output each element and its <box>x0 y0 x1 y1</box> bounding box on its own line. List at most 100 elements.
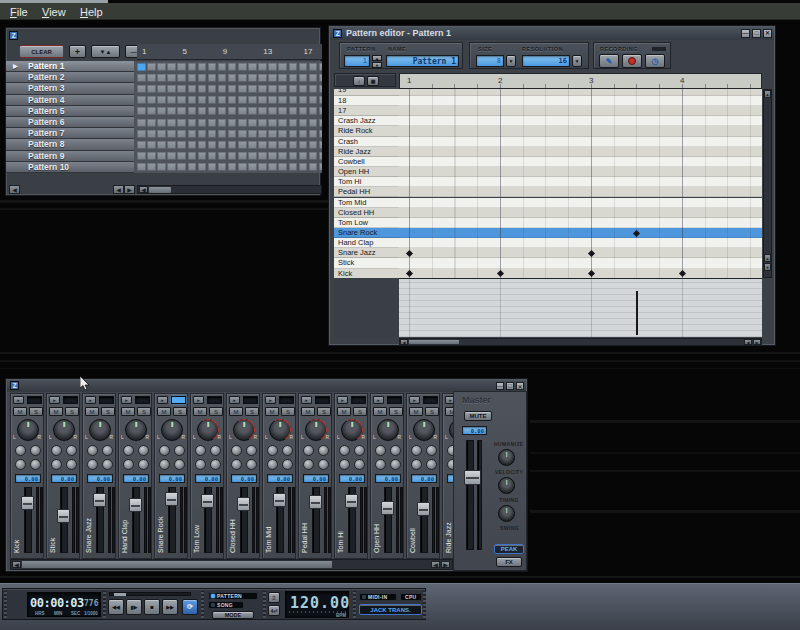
minimize-icon[interactable]: — <box>741 29 750 38</box>
instrument-name[interactable]: Snare Jazz <box>334 248 399 258</box>
scroll-right-icon[interactable]: ▶ <box>441 561 450 568</box>
sequence-cell[interactable] <box>268 85 277 93</box>
scroll-left-icon[interactable]: ◀ <box>744 339 752 345</box>
slider-thumb[interactable] <box>114 593 126 596</box>
fx1-send-knob[interactable] <box>375 445 386 456</box>
sequence-cell[interactable] <box>309 141 318 149</box>
instrument-note-track[interactable] <box>399 157 762 167</box>
fader-handle[interactable] <box>57 509 70 523</box>
fx2-send-knob[interactable] <box>210 445 221 456</box>
mixer-scrollbar[interactable]: ◀ ◀ ▶ <box>10 559 453 570</box>
sequence-cell[interactable] <box>218 130 227 138</box>
size-dropdown-icon[interactable]: ▼ <box>506 55 516 67</box>
sequence-cell[interactable] <box>248 163 257 171</box>
sequence-cell[interactable] <box>309 63 318 71</box>
scroll-right-icon[interactable]: ▶ <box>753 339 761 345</box>
instrument-note-track[interactable] <box>399 187 762 197</box>
fx2-send-knob[interactable] <box>246 445 257 456</box>
sequence-cell[interactable] <box>238 163 247 171</box>
instrument-name[interactable]: Tom Low <box>334 218 399 228</box>
peak-button[interactable]: PEAK <box>494 544 524 554</box>
fx3-send-knob[interactable] <box>267 459 278 470</box>
sequence-cell[interactable] <box>188 163 197 171</box>
sequence-cell[interactable] <box>198 141 207 149</box>
playback-track-slider[interactable] <box>109 592 191 596</box>
menu-view[interactable]: View <box>42 6 66 18</box>
sequence-cell[interactable] <box>258 119 267 127</box>
scroll-right-icon[interactable]: ▶ <box>124 185 135 194</box>
sequence-cell[interactable] <box>289 130 298 138</box>
pan-knob[interactable] <box>233 419 255 441</box>
menu-file[interactable]: File <box>10 6 28 18</box>
sequence-cell[interactable] <box>188 119 197 127</box>
sequence-cell[interactable] <box>228 163 237 171</box>
fx3-send-knob[interactable] <box>195 459 206 470</box>
sequence-cell[interactable] <box>319 152 322 160</box>
fader-handle[interactable] <box>417 502 430 516</box>
sequence-cell[interactable] <box>258 130 267 138</box>
sequence-cell[interactable] <box>198 119 207 127</box>
sequence-cell[interactable] <box>147 119 156 127</box>
pan-knob[interactable] <box>377 419 399 441</box>
sequence-cell[interactable] <box>147 107 156 115</box>
instrument-note-track[interactable] <box>399 167 762 177</box>
sequence-cell[interactable] <box>188 141 197 149</box>
scroll-left-icon[interactable]: ◀ <box>113 185 124 194</box>
fx4-send-knob[interactable] <box>66 459 77 470</box>
master-mute-button[interactable]: MUTE <box>464 411 492 421</box>
instrument-note-track[interactable] <box>399 116 762 126</box>
pattern-name[interactable]: ▶Pattern 1 <box>6 61 134 72</box>
fader-handle[interactable] <box>345 494 358 508</box>
sequence-cell[interactable] <box>137 141 146 149</box>
sequence-cell[interactable] <box>208 74 217 82</box>
fader-handle[interactable] <box>309 495 322 509</box>
sequence-cell[interactable] <box>137 152 146 160</box>
instrument-name[interactable]: Snare Rock <box>334 228 399 238</box>
sequence-cell[interactable] <box>208 107 217 115</box>
scroll-up-icon[interactable]: ▲ <box>764 254 771 262</box>
sequence-cell[interactable] <box>218 163 227 171</box>
sequence-cell[interactable] <box>198 74 207 82</box>
sequence-cell[interactable] <box>218 141 227 149</box>
sequence-cell[interactable] <box>238 141 247 149</box>
pattern-sequence-track[interactable] <box>134 162 322 173</box>
fx2-send-knob[interactable] <box>66 445 77 456</box>
pattern-sequence-track[interactable] <box>134 117 322 128</box>
loop-button[interactable]: ⟳ <box>182 599 198 615</box>
solo-button[interactable]: S <box>425 407 439 416</box>
sequence-cell[interactable] <box>137 107 146 115</box>
pattern-name[interactable]: Pattern 5 <box>6 106 134 117</box>
mute-button[interactable]: M <box>121 407 135 416</box>
mute-button[interactable]: M <box>337 407 351 416</box>
sequence-cell[interactable] <box>248 119 257 127</box>
fader-handle[interactable] <box>129 498 142 512</box>
sequence-cell[interactable] <box>319 130 322 138</box>
scroll-left-icon[interactable]: ◀ <box>9 185 20 194</box>
fx4-send-knob[interactable] <box>210 459 221 470</box>
sequence-cell[interactable] <box>167 152 176 160</box>
clear-pattern-sequence-button[interactable]: CLEAR <box>19 45 64 58</box>
stop-button[interactable]: ■ <box>144 599 160 615</box>
pattern-sequence-track[interactable] <box>134 139 322 150</box>
instrument-note-track[interactable] <box>399 269 762 278</box>
sequence-cell[interactable] <box>177 96 186 104</box>
horizontal-scrollbar[interactable]: ◀ ◀ ▶ <box>399 338 762 346</box>
trigger-button[interactable]: ▸ <box>373 396 384 404</box>
trigger-button[interactable]: ▸ <box>85 396 96 404</box>
humanize-velocity-knob[interactable] <box>498 449 515 466</box>
sequence-cell[interactable] <box>299 63 308 71</box>
fx3-send-knob[interactable] <box>231 459 242 470</box>
sequence-cell[interactable] <box>228 85 237 93</box>
sequence-cell[interactable] <box>258 141 267 149</box>
pan-knob[interactable] <box>305 419 327 441</box>
sequence-cell[interactable] <box>177 163 186 171</box>
fader-handle[interactable] <box>273 493 286 507</box>
instrument-note-track[interactable] <box>399 96 762 106</box>
scrollbar-thumb[interactable] <box>149 187 171 193</box>
sequence-cell[interactable] <box>228 119 237 127</box>
trigger-button[interactable]: ▸ <box>121 396 132 404</box>
trigger-button[interactable]: ▸ <box>193 396 204 404</box>
fx3-send-knob[interactable] <box>411 459 422 470</box>
sequence-cell[interactable] <box>268 107 277 115</box>
instrument-note-track[interactable] <box>399 258 762 268</box>
